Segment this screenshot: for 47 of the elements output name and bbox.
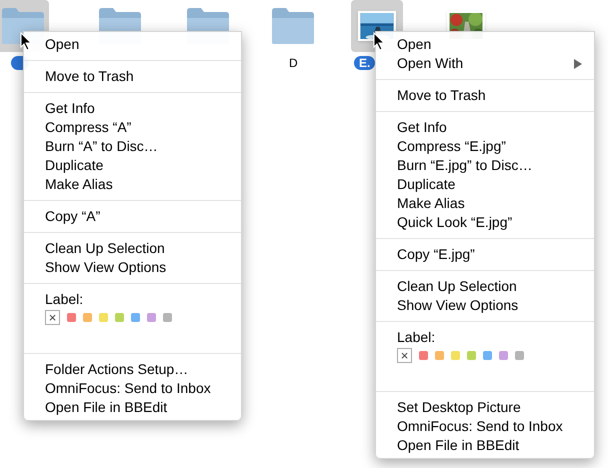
menu-item[interactable]: Quick Look “E.jpg” [376,213,594,232]
menu-item[interactable]: Move to Trash [24,67,241,86]
menu-item[interactable]: Duplicate [376,175,594,194]
file-name: D [289,55,298,72]
menu-item[interactable]: Copy “E.jpg” [376,245,594,264]
label-heading: Label: [397,328,436,347]
label-swatch[interactable] [483,351,492,360]
label-swatch[interactable] [83,313,92,322]
menu-item[interactable]: Duplicate [24,156,241,175]
menu-item[interactable]: Copy “A” [24,207,241,226]
menu-item[interactable]: Get Info [24,99,241,118]
label-swatch[interactable] [499,351,508,360]
menu-item[interactable]: Open File in BBEdit [376,436,594,455]
menu-item[interactable]: Make Alias [24,175,241,194]
label-swatch[interactable] [419,351,428,360]
menu-item[interactable]: Show View Options [24,258,241,277]
menu-item[interactable]: Burn “A” to Disc… [24,137,241,156]
menu-item[interactable]: Set Desktop Picture [376,398,594,417]
menu-item[interactable]: Show View Options [376,296,594,315]
no-label-option[interactable]: × [397,348,412,363]
label-heading: Label: [45,290,84,309]
menu-item[interactable]: Clean Up Selection [376,277,594,296]
label-swatch[interactable] [163,313,172,322]
menu-item[interactable]: Open With [376,54,594,73]
menu-item[interactable]: Open File in BBEdit [24,398,241,417]
menu-item[interactable]: Get Info [376,118,594,137]
label-swatch[interactable] [147,313,156,322]
menu-item[interactable]: Clean Up Selection [24,239,241,258]
label-swatch[interactable] [515,351,524,360]
file-name-badge: E. [354,56,376,70]
no-label-option[interactable]: × [45,310,60,325]
label-swatch[interactable] [451,351,460,360]
menu-item[interactable]: Make Alias [376,194,594,213]
menu-item[interactable]: Burn “E.jpg” to Disc… [376,156,594,175]
label-swatch[interactable] [99,313,108,322]
submenu-arrow-icon [574,58,582,68]
menu-item[interactable]: Compress “A” [24,118,241,137]
label-swatch[interactable] [435,351,444,360]
menu-item[interactable]: Folder Actions Setup… [24,360,241,379]
label-swatch[interactable] [131,313,140,322]
menu-item[interactable]: OmniFocus: Send to Inbox [24,379,241,398]
label-swatch[interactable] [467,351,476,360]
label-swatch[interactable] [67,313,76,322]
menu-item[interactable]: OmniFocus: Send to Inbox [376,417,594,436]
label-swatch[interactable] [115,313,124,322]
menu-item[interactable]: Move to Trash [376,86,594,105]
menu-item[interactable]: Compress “E.jpg” [376,137,594,156]
